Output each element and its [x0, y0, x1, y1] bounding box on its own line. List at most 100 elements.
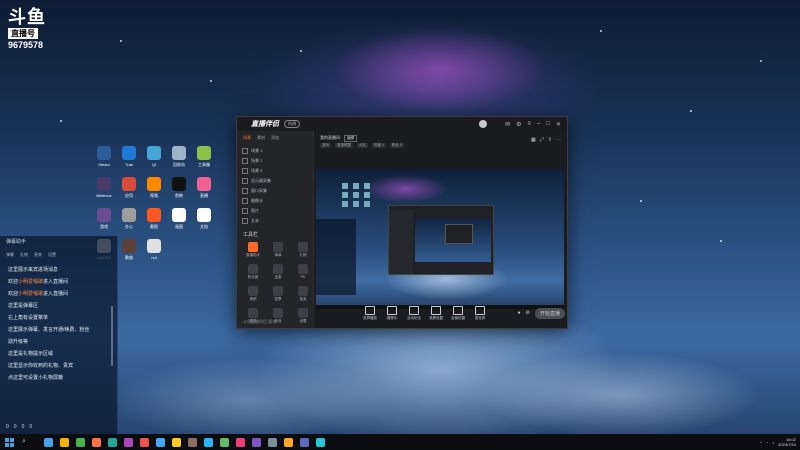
sidebar-tab[interactable]: 素材: [257, 135, 265, 141]
taskbar-app-icon[interactable]: [60, 437, 69, 447]
tool-button[interactable]: 粉丝团: [242, 264, 264, 280]
tool-button[interactable]: 美颜: [242, 286, 264, 302]
room-meta-item[interactable]: 粉丝 0: [389, 143, 404, 148]
desktop-icon[interactable]: nul: [142, 239, 166, 270]
scene-item[interactable]: 窗口采集: [242, 186, 308, 195]
scene-item[interactable]: 摄像头: [242, 196, 308, 205]
desktop-icon[interactable]: Qt: [142, 146, 166, 177]
minimize-icon[interactable]: –: [537, 121, 540, 127]
taskbar-app-icon[interactable]: [156, 437, 165, 447]
taskbar-app-icon[interactable]: [92, 437, 101, 447]
layout-icon[interactable]: ▦: [531, 137, 536, 143]
chat-tab[interactable]: 礼物: [20, 252, 28, 258]
edit-room-button[interactable]: 编辑: [344, 135, 357, 142]
chat-tab[interactable]: 设置: [48, 252, 56, 258]
bottom-toolbar-button[interactable]: 录屏设置: [426, 305, 446, 321]
settings-icon[interactable]: ⚙: [526, 310, 530, 316]
desktop-icon[interactable]: 办公: [117, 208, 141, 239]
mail-icon[interactable]: ✉: [505, 121, 510, 128]
checkbox[interactable]: [242, 157, 248, 164]
chat-scrollbar[interactable]: [111, 306, 113, 366]
chat-username[interactable]: 小明爱唱歌: [18, 291, 43, 297]
taskbar-app-icon[interactable]: [108, 437, 117, 447]
windows-start-icon[interactable]: [5, 437, 14, 447]
tool-button[interactable]: 礼物: [292, 242, 314, 258]
stream-preview[interactable]: [316, 169, 564, 309]
app-titlebar[interactable]: 直播伴侣 内测 ✉ ⚙ ≡ – □ ✕: [237, 117, 567, 131]
scene-item[interactable]: 文本: [242, 216, 308, 225]
share-icon[interactable]: ⇪: [548, 137, 552, 143]
tool-button[interactable]: 抽奖: [292, 286, 314, 302]
network-icon[interactable]: ◔: [766, 440, 768, 445]
room-meta-item[interactable]: 热度 0: [372, 143, 386, 148]
taskbar-app-icon[interactable]: [188, 437, 197, 447]
fullscreen-icon[interactable]: ⤢: [540, 137, 544, 143]
desktop-icon[interactable]: 回收站: [167, 146, 191, 177]
taskbar-app-icon[interactable]: [284, 437, 293, 447]
taskbar-app-icon[interactable]: [252, 437, 261, 447]
system-clock[interactable]: 16:02 2024/7/24: [778, 437, 796, 447]
taskbar-app-icon[interactable]: [300, 437, 309, 447]
tool-button[interactable]: 连麦: [267, 264, 289, 280]
desktop-icon[interactable]: 截图: [142, 208, 166, 239]
desktop-icon[interactable]: 歌曲: [117, 239, 141, 270]
checkbox[interactable]: [242, 217, 248, 224]
user-avatar[interactable]: [479, 120, 488, 128]
bottom-toolbar-button[interactable]: 互动玩法: [404, 305, 424, 321]
desktop-icon[interactable]: Steam: [92, 146, 116, 177]
tool-button[interactable]: 设置: [292, 308, 314, 324]
scene-item[interactable]: 图片: [242, 206, 308, 215]
desktop-icon[interactable]: 文档: [192, 208, 216, 239]
taskbar-app-icon[interactable]: [316, 437, 325, 447]
scene-item[interactable]: 场景 2: [242, 156, 308, 165]
sidebar-tab[interactable]: 添加: [271, 135, 279, 141]
room-meta-item[interactable]: 英雄联盟: [335, 143, 353, 148]
close-icon[interactable]: ✕: [556, 121, 561, 128]
bottom-toolbar-button[interactable]: 多屏播放: [360, 305, 380, 321]
checkbox[interactable]: [242, 177, 248, 184]
taskbar-app-icon[interactable]: [236, 437, 245, 447]
desktop-icon[interactable]: [167, 239, 191, 270]
desktop-icon[interactable]: 视频: [142, 177, 166, 208]
taskbar-app-icon[interactable]: [76, 437, 85, 447]
taskbar-app-icon[interactable]: [268, 437, 277, 447]
desktop-icon[interactable]: 工具箱: [192, 146, 216, 177]
checkbox[interactable]: [242, 187, 248, 194]
settings-icon[interactable]: ⚙: [516, 121, 521, 128]
checkbox[interactable]: [242, 197, 248, 204]
desktop-icon[interactable]: 画图: [167, 208, 191, 239]
tool-button[interactable]: 弹幕: [267, 242, 289, 258]
bottom-toolbar-button[interactable]: 麦克风: [470, 305, 490, 321]
room-meta-item[interactable]: 分区: [357, 143, 368, 148]
desktop-icon[interactable]: Bellevue: [92, 177, 116, 208]
checkbox[interactable]: [242, 207, 248, 214]
desktop-icon[interactable]: [192, 239, 216, 270]
chat-tab[interactable]: 弹幕: [6, 252, 14, 258]
chat-username[interactable]: 小明爱唱歌: [18, 279, 43, 285]
taskbar-app-icon[interactable]: [44, 437, 53, 447]
maximize-icon[interactable]: □: [546, 121, 550, 127]
menu-icon[interactable]: ≡: [527, 121, 531, 127]
checkbox[interactable]: [242, 147, 248, 154]
tool-button[interactable]: 直播助手: [242, 242, 264, 258]
bottom-toolbar-button[interactable]: 摄像头: [382, 305, 402, 321]
sidebar-tab[interactable]: 场景: [243, 135, 251, 141]
tool-button[interactable]: PK: [292, 264, 314, 280]
desktop-icon[interactable]: 直播: [192, 177, 216, 208]
desktop-icon[interactable]: Trae: [117, 146, 141, 177]
more-icon[interactable]: ⋯: [556, 137, 561, 143]
search-icon[interactable]: ⌕: [22, 438, 38, 446]
room-meta-item[interactable]: 游戏: [320, 143, 331, 148]
start-live-button[interactable]: 开始直播: [534, 307, 565, 319]
taskbar-app-icon[interactable]: [172, 437, 181, 447]
bottom-toolbar-button[interactable]: 全景拍摄: [448, 305, 468, 321]
chat-tab[interactable]: 贵宾: [34, 252, 42, 258]
scene-item[interactable]: 显示器采集: [242, 176, 308, 185]
taskbar-app-icon[interactable]: [140, 437, 149, 447]
tool-button[interactable]: 投票: [267, 286, 289, 302]
volume-icon[interactable]: ♪: [772, 440, 774, 445]
scene-item[interactable]: 场景 1: [242, 146, 308, 155]
taskbar-app-icon[interactable]: [204, 437, 213, 447]
desktop-icon[interactable]: 剪映: [167, 177, 191, 208]
taskbar-app-icon[interactable]: [220, 437, 229, 447]
